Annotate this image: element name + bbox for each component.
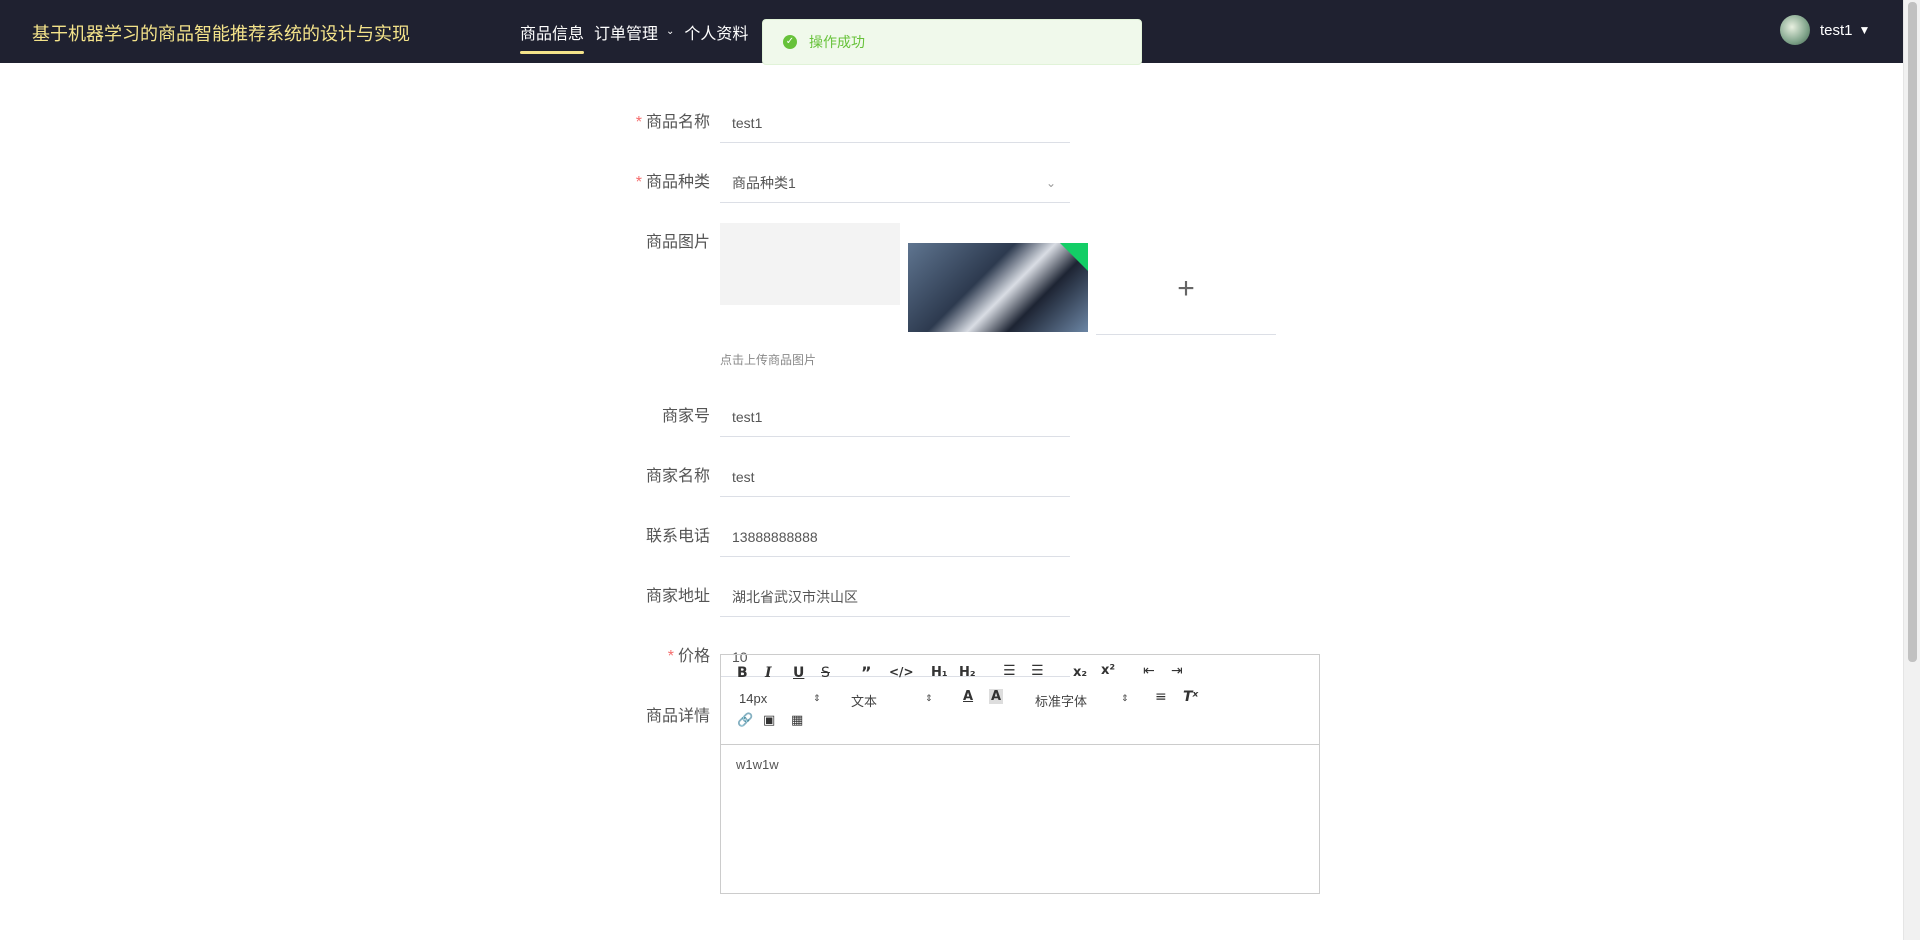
field-label: * 商品名称	[635, 114, 710, 131]
form-row-merchant-no: 商家号 test1	[600, 397, 1400, 437]
align-left-icon[interactable]: ≡	[1155, 689, 1167, 705]
user-menu[interactable]: test1 ▼	[1780, 15, 1870, 45]
form-row-category: * 商品种类 商品种类1 ⌄	[600, 163, 1400, 203]
plus-icon[interactable]: +	[1096, 243, 1276, 335]
outdent-icon[interactable]: ⇤	[1143, 663, 1155, 679]
field-label: 商品详情	[645, 708, 710, 725]
field-label: 商家号	[661, 408, 710, 425]
success-toast: ✓ 操作成功	[762, 19, 1142, 65]
font-size-select[interactable]: 14px ⇕	[739, 691, 823, 706]
font-family-select[interactable]: 标准字体 ⇕	[1035, 691, 1131, 710]
chevron-down-icon: ⌄	[1045, 176, 1056, 190]
scrollbar-thumb[interactable]	[1908, 2, 1917, 662]
bullet-list-icon[interactable]: ☰	[1031, 663, 1044, 679]
nav-item-order-management[interactable]: 订单管理 ⌄	[594, 20, 674, 44]
form-row-address: 商家地址 湖北省武汉市洪山区	[600, 577, 1400, 617]
nav-label: 个人资料	[684, 25, 749, 43]
address-input[interactable]: 湖北省武汉市洪山区	[720, 577, 1070, 617]
heading1-icon[interactable]: H₁	[931, 665, 948, 680]
caret-down-icon: ▼	[1858, 23, 1871, 37]
link-icon[interactable]: 🔗	[737, 713, 753, 728]
field-label: 商家名称	[645, 468, 710, 485]
upload-success-corner-icon	[1060, 243, 1088, 271]
main-nav: 商品信息 订单管理 ⌄ 个人资料	[520, 0, 758, 63]
bold-icon[interactable]: B	[737, 665, 748, 681]
nav-label: 商品信息	[520, 25, 585, 43]
form-row-phone: 联系电话 13888888888	[600, 517, 1400, 557]
upload-hint: 点击上传商品图片	[720, 353, 817, 367]
subscript-icon[interactable]: x₂	[1073, 665, 1087, 680]
blockquote-icon[interactable]: ”	[861, 663, 872, 682]
image-icon[interactable]: ▣	[763, 713, 775, 728]
success-icon: ✓	[783, 35, 797, 49]
nav-item-profile[interactable]: 个人资料	[684, 20, 748, 44]
toast-text: 操作成功	[809, 34, 865, 50]
heading2-icon[interactable]: H₂	[959, 665, 976, 680]
indent-icon[interactable]: ⇥	[1171, 663, 1183, 679]
italic-icon[interactable]: I	[765, 665, 772, 681]
form-row-name: * 商品名称 test1	[600, 103, 1400, 143]
field-label: 联系电话	[645, 528, 710, 545]
editor-toolbar: B I U S ” </> H₁ H₂ ☰ ☰ x₂ x² ⇤ ⇥ 14px ⇕ …	[721, 655, 1319, 745]
nav-item-product-info[interactable]: 商品信息	[520, 20, 585, 54]
clear-format-icon[interactable]: Tˣ	[1183, 689, 1198, 705]
product-name-input[interactable]: test1	[720, 103, 1070, 143]
field-label: 商品图片	[645, 234, 710, 251]
video-icon[interactable]: ▦	[791, 713, 803, 728]
strikethrough-icon[interactable]: S	[821, 665, 830, 681]
rich-text-editor: B I U S ” </> H₁ H₂ ☰ ☰ x₂ x² ⇤ ⇥ 14px ⇕ …	[720, 654, 1320, 894]
font-color-icon[interactable]: A	[963, 689, 973, 704]
avatar-icon	[1780, 15, 1810, 45]
underline-icon[interactable]: U	[793, 665, 804, 681]
superscript-icon[interactable]: x²	[1101, 663, 1115, 678]
merchant-no-input[interactable]: test1	[720, 397, 1070, 437]
code-block-icon[interactable]: </>	[889, 665, 914, 679]
form-row-image: 商品图片 +	[600, 223, 1400, 343]
form-row-merchant-name: 商家名称 test	[600, 457, 1400, 497]
chevron-down-icon: ⌄	[666, 26, 675, 37]
background-color-icon[interactable]: A	[989, 689, 1004, 704]
app-title: 基于机器学习的商品智能推荐系统的设计与实现	[32, 24, 410, 44]
field-label: * 价格	[667, 648, 710, 665]
vertical-scrollbar[interactable]	[1903, 0, 1920, 940]
merchant-name-input[interactable]: test	[720, 457, 1070, 497]
user-name: test1	[1820, 21, 1853, 39]
nav-label: 订单管理	[594, 25, 659, 43]
editor-content-area[interactable]: w1w1w	[721, 745, 1319, 784]
image-placeholder	[720, 223, 900, 305]
uploaded-image-thumbnail[interactable]	[908, 243, 1088, 332]
field-label: * 商品种类	[635, 174, 710, 191]
phone-input[interactable]: 13888888888	[720, 517, 1070, 557]
ordered-list-icon[interactable]: ☰	[1003, 663, 1016, 679]
category-value: 商品种类1	[732, 175, 796, 191]
field-label: 商家地址	[645, 588, 710, 605]
category-select[interactable]: 商品种类1 ⌄	[720, 163, 1070, 203]
block-type-select[interactable]: 文本 ⇕	[851, 691, 935, 710]
